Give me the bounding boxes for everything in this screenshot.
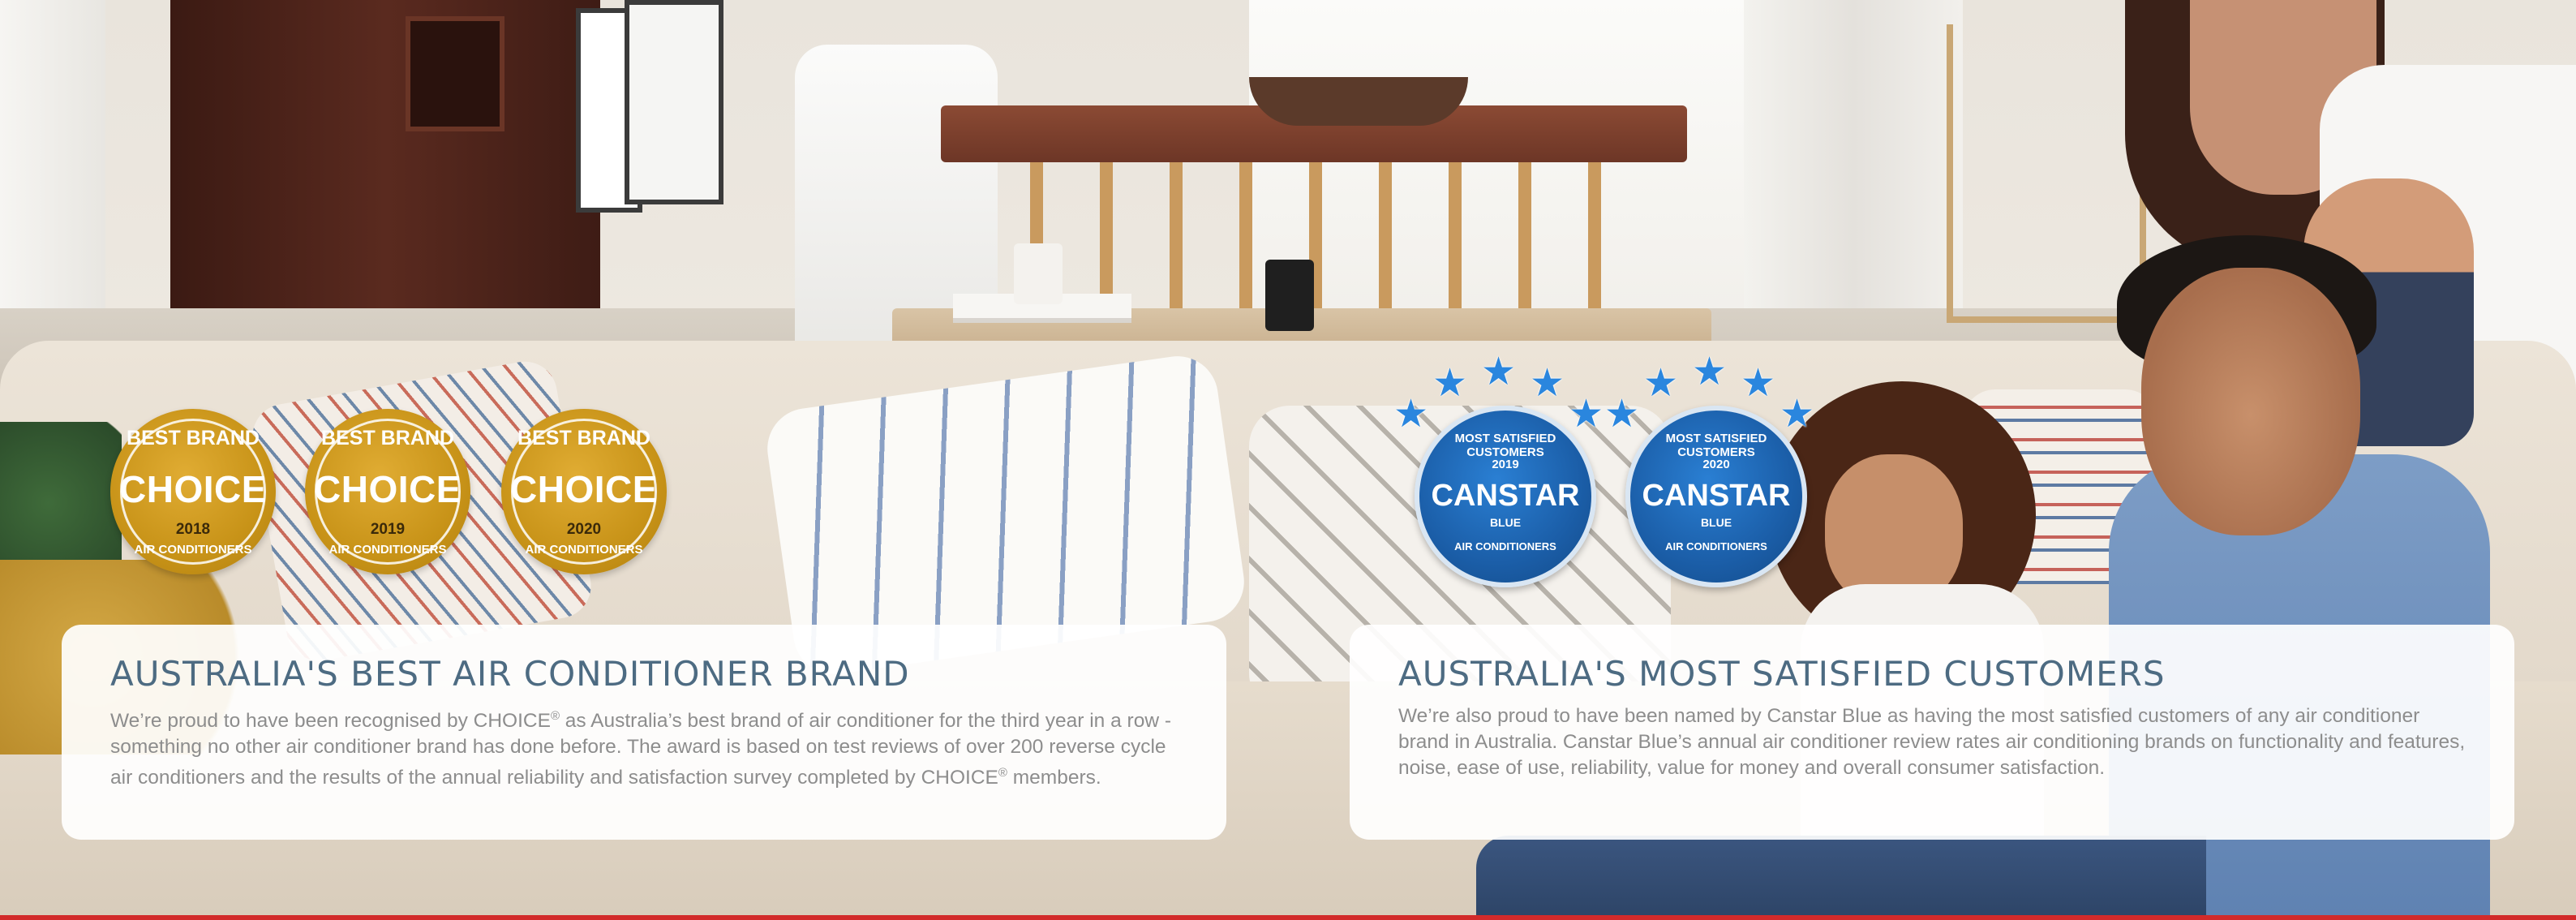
best-brand-card: AUSTRALIA'S BEST AIR CONDITIONER BRAND W… (62, 625, 1226, 840)
canstar-blue-award-badge-2019: MOST SATISFIED CUSTOMERS 2019 CANSTAR BL… (1415, 406, 1596, 587)
star-icon: ★ (1530, 360, 1565, 406)
badge-top-text: BEST BRAND (321, 427, 454, 449)
most-satisfied-card: AUSTRALIA'S MOST SATISFIED CUSTOMERS We’… (1350, 625, 2514, 840)
star-icon: ★ (1604, 391, 1640, 436)
choice-award-badge-2019: BEST BRAND CHOICE 2019 AIR CONDITIONERS (305, 409, 470, 574)
man-jeans (1476, 836, 2206, 920)
badge-sub-word: BLUE (1700, 516, 1732, 529)
badge-year: 2020 (566, 521, 602, 538)
badge-top-text: MOST SATISFIED CUSTOMERS (1454, 432, 1556, 459)
star-icon: ★ (1643, 360, 1679, 406)
choice-award-badge-2018: BEST BRAND CHOICE 2018 AIR CONDITIONERS (110, 409, 276, 574)
star-icon: ★ (1692, 349, 1728, 394)
star-icon: ★ (1432, 360, 1468, 406)
badge-bottom-text: AIR CONDITIONERS (328, 543, 447, 557)
badge-brand-word: CANSTAR (1431, 479, 1580, 513)
badge-sub-word: BLUE (1489, 516, 1522, 529)
registered-mark: ® (550, 709, 560, 723)
badge-brand-word: CHOICE (510, 468, 658, 510)
card-body: We’re proud to have been recognised by C… (110, 703, 1178, 791)
wooden-bowl (1249, 77, 1468, 126)
wall-picture-frame (625, 0, 723, 204)
badge-year: 2020 (1702, 458, 1730, 471)
badge-bottom-text: AIR CONDITIONERS (1454, 540, 1556, 552)
badge-top-text: BEST BRAND (517, 427, 650, 449)
badge-top-text: BEST BRAND (127, 427, 260, 449)
card-title: AUSTRALIA'S BEST AIR CONDITIONER BRAND (110, 654, 910, 694)
badge-bottom-text: AIR CONDITIONERS (1665, 540, 1767, 552)
canstar-blue-award-badge-2020: MOST SATISFIED CUSTOMERS 2020 CANSTAR BL… (1625, 406, 1807, 587)
badge-year: 2019 (370, 521, 406, 538)
badge-bottom-text: AIR CONDITIONERS (525, 543, 643, 557)
star-icon: ★ (1569, 391, 1604, 436)
card-body-text: members. (1007, 767, 1101, 789)
badge-brand-word: CHOICE (119, 468, 267, 510)
star-icon: ★ (1780, 391, 1815, 436)
side-shelf (1947, 24, 2146, 323)
registered-mark: ® (998, 766, 1007, 780)
choice-award-badge-2020: BEST BRAND CHOICE 2020 AIR CONDITIONERS (501, 409, 667, 574)
badge-brand-word: CANSTAR (1642, 479, 1791, 513)
badge-bottom-text: AIR CONDITIONERS (134, 543, 252, 557)
badge-year: 2019 (1492, 458, 1519, 471)
star-icon: ★ (1481, 349, 1517, 394)
white-mug (1014, 243, 1063, 304)
star-icon: ★ (1741, 360, 1776, 406)
man-head (2141, 268, 2360, 535)
cabinet-glass-door (406, 16, 504, 131)
star-icon: ★ (1393, 391, 1429, 436)
card-body-text: We’re proud to have been recognised by C… (110, 710, 551, 733)
red-bottom-border (0, 915, 2576, 920)
badge-year: 2018 (175, 521, 211, 538)
black-mug (1265, 260, 1314, 331)
card-title: AUSTRALIA'S MOST SATISFIED CUSTOMERS (1398, 654, 2166, 694)
badge-top-text: MOST SATISFIED CUSTOMERS (1665, 432, 1767, 459)
badge-brand-word: CHOICE (314, 468, 462, 510)
card-body: We’re also proud to have been named by C… (1398, 705, 2466, 779)
